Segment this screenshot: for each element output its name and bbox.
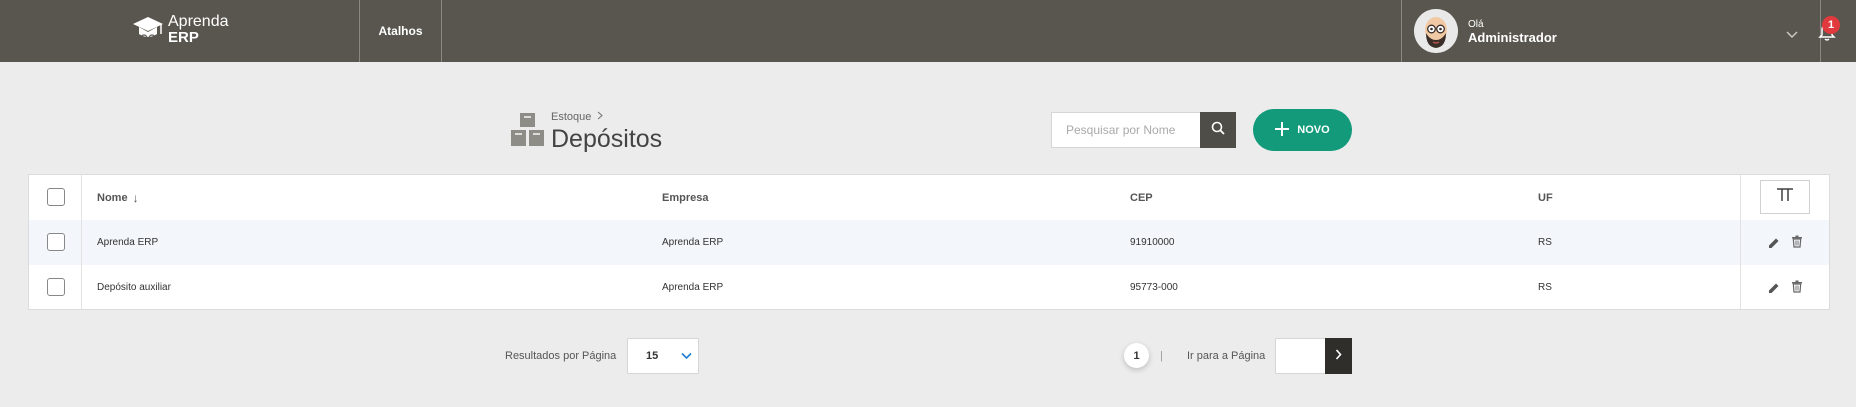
go-to-page-button[interactable] xyxy=(1325,338,1352,374)
actions-column-divider xyxy=(1740,175,1829,309)
app-logo[interactable]: Aprenda ERP xyxy=(132,14,229,46)
pagination-separator: | xyxy=(1160,350,1163,362)
search-icon xyxy=(1211,121,1225,140)
deposits-table: Nome ↓ Empresa CEP UF Aprenda ERP Aprend… xyxy=(28,174,1830,310)
column-header-cep[interactable]: CEP xyxy=(1130,192,1153,204)
table-header-row: Nome ↓ Empresa CEP UF xyxy=(29,175,1829,220)
results-per-page-label: Resultados por Página xyxy=(505,350,617,362)
table-row[interactable]: Aprenda ERP Aprenda ERP 91910000 RS xyxy=(29,220,1829,265)
logo-text-primary: Aprenda xyxy=(168,13,229,30)
cell-cep: 95773-000 xyxy=(1130,282,1178,293)
column-header-empresa[interactable]: Empresa xyxy=(662,192,708,204)
checkbox-column-divider xyxy=(29,175,82,309)
top-navigation-bar: Aprenda ERP Atalhos Olá Administrador 1 xyxy=(0,0,1856,62)
cell-uf: RS xyxy=(1538,282,1552,293)
chevron-down-icon[interactable] xyxy=(1786,26,1798,44)
plus-icon xyxy=(1275,118,1290,140)
breadcrumb: Estoque xyxy=(551,111,604,123)
new-deposit-button[interactable]: NOVO xyxy=(1253,109,1352,151)
results-per-page-value: 15 xyxy=(646,350,659,362)
boxes-icon xyxy=(511,112,545,148)
shortcuts-menu-button[interactable]: Atalhos xyxy=(360,0,441,62)
chevron-down-icon xyxy=(681,351,692,363)
sort-descending-icon: ↓ xyxy=(132,190,139,205)
chevron-right-icon xyxy=(1335,347,1342,365)
new-button-label: NOVO xyxy=(1297,124,1330,136)
user-name: Administrador xyxy=(1468,30,1557,45)
cell-cep: 91910000 xyxy=(1130,237,1175,248)
graduation-cap-icon xyxy=(132,14,164,46)
cell-empresa: Aprenda ERP xyxy=(662,237,724,248)
chevron-right-icon xyxy=(597,111,604,123)
column-header-uf[interactable]: UF xyxy=(1538,192,1553,204)
page-title: Depósitos xyxy=(551,125,663,153)
page-button-current[interactable]: 1 xyxy=(1124,343,1149,368)
search-button[interactable] xyxy=(1200,112,1236,148)
go-to-page-label: Ir para a Página xyxy=(1187,350,1266,362)
logo-text-secondary: ERP xyxy=(168,29,199,46)
column-header-nome[interactable]: Nome ↓ xyxy=(97,191,139,205)
cell-uf: RS xyxy=(1538,237,1552,248)
avatar xyxy=(1414,9,1458,53)
user-menu[interactable]: Olá Administrador xyxy=(1402,0,1820,62)
divider xyxy=(441,0,442,62)
notification-count-badge: 1 xyxy=(1822,16,1840,34)
cell-nome: Aprenda ERP xyxy=(97,237,159,248)
breadcrumb-item-estoque[interactable]: Estoque xyxy=(551,111,591,123)
search-input[interactable] xyxy=(1051,112,1201,148)
table-row[interactable]: Depósito auxiliar Aprenda ERP 95773-000 … xyxy=(29,265,1829,310)
go-to-page-input[interactable] xyxy=(1275,338,1325,374)
cell-nome: Depósito auxiliar xyxy=(97,282,171,293)
results-per-page-select[interactable]: 15 xyxy=(627,338,699,374)
cell-empresa: Aprenda ERP xyxy=(662,282,724,293)
